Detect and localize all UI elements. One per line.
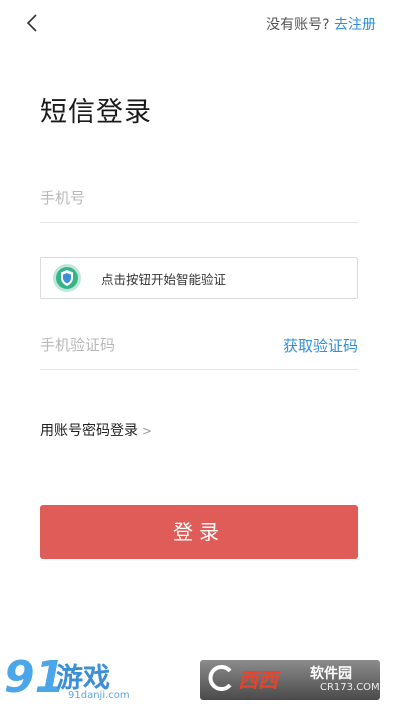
register-prompt: 没有账号? 去注册 — [266, 14, 376, 34]
watermark-cr173: 西西 软件园 CR173.COM — [200, 660, 380, 700]
phone-input[interactable] — [40, 183, 240, 213]
watermark-brand: 西西 — [238, 668, 278, 692]
smart-captcha-button[interactable]: 点击按钮开始智能验证 — [40, 257, 358, 299]
sms-code-input[interactable] — [40, 330, 240, 360]
top-bar: 没有账号? 去注册 — [0, 0, 400, 46]
captcha-label: 点击按钮开始智能验证 — [101, 272, 227, 287]
password-login-label: 用账号密码登录 — [40, 423, 138, 439]
register-link[interactable]: 去注册 — [334, 17, 376, 33]
page-title: 短信登录 — [40, 97, 152, 128]
get-code-button[interactable]: 获取验证码 — [283, 335, 358, 356]
phone-field — [40, 174, 358, 223]
chevron-left-icon[interactable] — [22, 12, 44, 34]
no-account-text: 没有账号? — [266, 17, 330, 33]
watermark-logo-icon — [206, 663, 236, 693]
watermark-url: 91danji.com — [68, 690, 130, 701]
login-button[interactable]: 登录 — [40, 505, 358, 559]
password-login-link[interactable]: 用账号密码登录 > — [40, 420, 152, 440]
chevron-right-icon: > — [142, 424, 153, 438]
sms-code-field: 获取验证码 — [40, 321, 358, 370]
watermark-url: CR173.COM — [320, 682, 380, 693]
shield-icon — [52, 263, 82, 293]
watermark-91danji: 91 游戏 91danji.com — [2, 652, 138, 708]
watermark-soft: 软件园 — [310, 666, 352, 682]
